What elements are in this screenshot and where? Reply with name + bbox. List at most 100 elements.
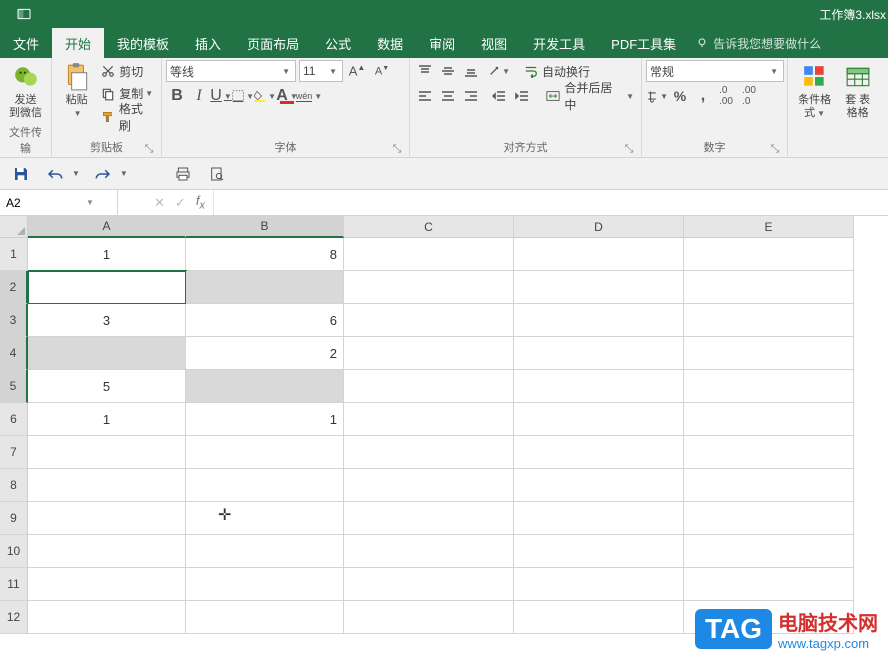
cell-D4[interactable] <box>514 337 684 370</box>
cut-button[interactable]: 剪切 <box>97 60 157 82</box>
tell-me[interactable]: 告诉我您想要做什么 <box>695 28 821 58</box>
col-header-E[interactable]: E <box>684 216 854 238</box>
redo-button[interactable] <box>92 163 114 185</box>
cell-D8[interactable] <box>514 469 684 502</box>
bold-button[interactable]: B <box>166 85 188 107</box>
cond-format-button[interactable]: 条件格式▼ <box>792 60 837 122</box>
cell-C5[interactable] <box>344 370 514 403</box>
select-all-corner[interactable] <box>0 216 28 238</box>
cell-B4[interactable]: 2 <box>186 337 344 370</box>
align-bottom-button[interactable] <box>460 60 482 82</box>
cell-E2[interactable] <box>684 271 854 304</box>
cell-A9[interactable] <box>28 502 186 535</box>
cell-D1[interactable] <box>514 238 684 271</box>
cell-A8[interactable] <box>28 469 186 502</box>
cell-E9[interactable] <box>684 502 854 535</box>
row-header-11[interactable]: 11 <box>0 568 28 601</box>
cell-C7[interactable] <box>344 436 514 469</box>
align-top-button[interactable] <box>414 60 436 82</box>
cell-D10[interactable] <box>514 535 684 568</box>
tab-home[interactable]: 开始 <box>52 28 104 58</box>
save-button[interactable] <box>10 163 32 185</box>
tab-review[interactable]: 审阅 <box>416 28 468 58</box>
row-header-7[interactable]: 7 <box>0 436 28 469</box>
increase-font-button[interactable]: A▲ <box>346 60 368 82</box>
tab-insert[interactable]: 插入 <box>182 28 234 58</box>
cell-A5[interactable]: 5 <box>28 370 186 403</box>
paste-button[interactable]: 粘贴▼ <box>56 60 97 122</box>
cell-A3[interactable]: 3 <box>28 304 186 337</box>
cell-C8[interactable] <box>344 469 514 502</box>
col-header-D[interactable]: D <box>514 216 684 238</box>
format-painter-button[interactable]: 格式刷 <box>97 106 157 128</box>
cell-C1[interactable] <box>344 238 514 271</box>
cell-E5[interactable] <box>684 370 854 403</box>
name-box[interactable]: ▼ <box>0 190 118 215</box>
clipboard-launcher[interactable]: ⤡ <box>143 143 155 155</box>
cell-C3[interactable] <box>344 304 514 337</box>
decrease-decimal-button[interactable]: .00.0 <box>738 85 760 107</box>
cell-D9[interactable] <box>514 502 684 535</box>
cell-C11[interactable] <box>344 568 514 601</box>
cell-A2[interactable] <box>28 271 186 304</box>
merge-center-button[interactable]: 合并后居中▼ <box>542 85 637 107</box>
align-left-button[interactable] <box>414 85 436 107</box>
cell-C4[interactable] <box>344 337 514 370</box>
orientation-button[interactable]: ▼ <box>488 60 510 82</box>
cell-E8[interactable] <box>684 469 854 502</box>
cell-C9[interactable] <box>344 502 514 535</box>
font-launcher[interactable]: ⤡ <box>391 143 403 155</box>
row-header-10[interactable]: 10 <box>0 535 28 568</box>
tab-view[interactable]: 视图 <box>468 28 520 58</box>
row-header-12[interactable]: 12 <box>0 601 28 634</box>
number-launcher[interactable]: ⤡ <box>769 143 781 155</box>
row-header-1[interactable]: 1 <box>0 238 28 271</box>
increase-decimal-button[interactable]: .0.00 <box>715 85 737 107</box>
cell-B7[interactable] <box>186 436 344 469</box>
cell-E11[interactable] <box>684 568 854 601</box>
cell-C10[interactable] <box>344 535 514 568</box>
tab-pdf[interactable]: PDF工具集 <box>598 28 689 58</box>
redo-dropdown[interactable]: ▼ <box>120 169 128 178</box>
align-center-button[interactable] <box>437 85 459 107</box>
cell-D11[interactable] <box>514 568 684 601</box>
cell-D12[interactable] <box>514 601 684 634</box>
italic-button[interactable]: I <box>188 85 210 107</box>
cell-B1[interactable]: 8 <box>186 238 344 271</box>
cell-E10[interactable] <box>684 535 854 568</box>
phonetic-button[interactable]: wén▼ <box>298 85 320 107</box>
cell-E1[interactable] <box>684 238 854 271</box>
col-header-C[interactable]: C <box>344 216 514 238</box>
send-wechat-button[interactable]: 发送 到微信 <box>4 60 47 122</box>
font-size-combo[interactable]: 11▼ <box>299 60 343 82</box>
cell-B6[interactable]: 1 <box>186 403 344 436</box>
underline-button[interactable]: U▼ <box>210 85 232 107</box>
tab-file[interactable]: 文件 <box>0 28 52 58</box>
cell-B10[interactable] <box>186 535 344 568</box>
tab-formula[interactable]: 公式 <box>312 28 364 58</box>
decrease-indent-button[interactable] <box>488 85 510 107</box>
cell-C2[interactable] <box>344 271 514 304</box>
cell-B2[interactable] <box>186 271 344 304</box>
tab-pagelayout[interactable]: 页面布局 <box>234 28 312 58</box>
cell-E4[interactable] <box>684 337 854 370</box>
name-box-input[interactable] <box>6 196 86 210</box>
row-header-5[interactable]: 5 <box>0 370 28 403</box>
fx-button[interactable]: fx <box>196 193 205 212</box>
align-middle-button[interactable] <box>437 60 459 82</box>
cell-D6[interactable] <box>514 403 684 436</box>
align-right-button[interactable] <box>460 85 482 107</box>
align-launcher[interactable]: ⤡ <box>623 143 635 155</box>
fill-color-button[interactable]: ▼ <box>254 85 276 107</box>
col-header-B[interactable]: B <box>186 216 344 238</box>
row-header-2[interactable]: 2 <box>0 271 28 304</box>
cell-B12[interactable] <box>186 601 344 634</box>
cell-A1[interactable]: 1 <box>28 238 186 271</box>
cell-D7[interactable] <box>514 436 684 469</box>
cell-E7[interactable] <box>684 436 854 469</box>
col-header-A[interactable]: A <box>28 216 186 238</box>
undo-button[interactable] <box>44 163 66 185</box>
cell-A10[interactable] <box>28 535 186 568</box>
cell-C6[interactable] <box>344 403 514 436</box>
border-button[interactable]: ▼ <box>232 85 254 107</box>
